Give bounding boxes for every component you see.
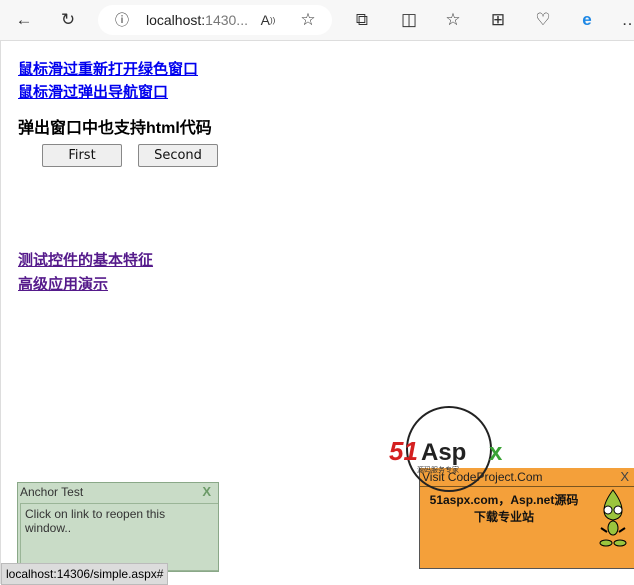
ie-mode-icon[interactable]: e [575,8,599,32]
collections-icon[interactable]: ⊞ [486,8,510,32]
anchor-window-body: Click on link to reopen this window.. [20,503,218,571]
anchor-window-close-button[interactable]: X [202,484,211,499]
second-button[interactable]: Second [138,144,218,167]
read-aloud-icon[interactable]: A)) [256,8,280,32]
page-heading: 弹出窗口中也支持html代码 [18,120,212,137]
back-icon[interactable]: ← [12,8,36,32]
link-popup-nav-window[interactable]: 鼠标滑过弹出导航窗口 [18,81,168,102]
anchor-window-title: Anchor Test [20,485,84,499]
refresh-icon[interactable]: ↻ [56,8,80,32]
browser-essentials-icon[interactable]: ♡ [531,8,555,32]
first-button[interactable]: First [42,144,122,167]
favorites-icon[interactable]: ☆ [441,8,465,32]
ad-window-message: 51aspx.com，Asp.net源码下载专业站 [429,493,579,524]
extensions-icon[interactable]: ⧉ [350,8,374,32]
svg-text:Asp: Asp [421,439,466,466]
browser-toolbar: ← ↻ ⓘ localhost:1430... A)) ☆ ⧉ ◫ ☆ ⊞ ♡ … [0,0,634,40]
url-text: localhost:1430... [146,12,248,28]
status-bar: localhost:14306/simple.aspx# [1,563,169,585]
more-icon[interactable]: … [618,8,634,32]
link-basic-features[interactable]: 测试控件的基本特征 [18,249,153,270]
page-content: 鼠标滑过重新打开绿色窗口 鼠标滑过弹出导航窗口 弹出窗口中也支持html代码 F… [0,40,634,585]
51aspx-logo: 51 Asp x 源码服务专家 [389,406,503,492]
link-advanced-demo[interactable]: 高级应用演示 [18,273,108,294]
anchor-test-window: Anchor Test X Click on link to reopen th… [17,482,219,572]
mascot-icon [599,489,627,547]
svg-text:源码服务专家: 源码服务专家 [417,465,459,474]
address-bar[interactable]: ⓘ localhost:1430... A)) ☆ [98,5,332,35]
svg-text:51: 51 [389,436,418,466]
split-screen-icon[interactable]: ◫ [397,8,421,32]
svg-text:x: x [489,439,503,466]
link-reopen-green-window[interactable]: 鼠标滑过重新打开绿色窗口 [18,58,198,79]
ad-window-close-button[interactable]: X [620,469,629,484]
info-icon[interactable]: ⓘ [110,8,134,32]
favorite-star-icon[interactable]: ☆ [296,8,320,32]
